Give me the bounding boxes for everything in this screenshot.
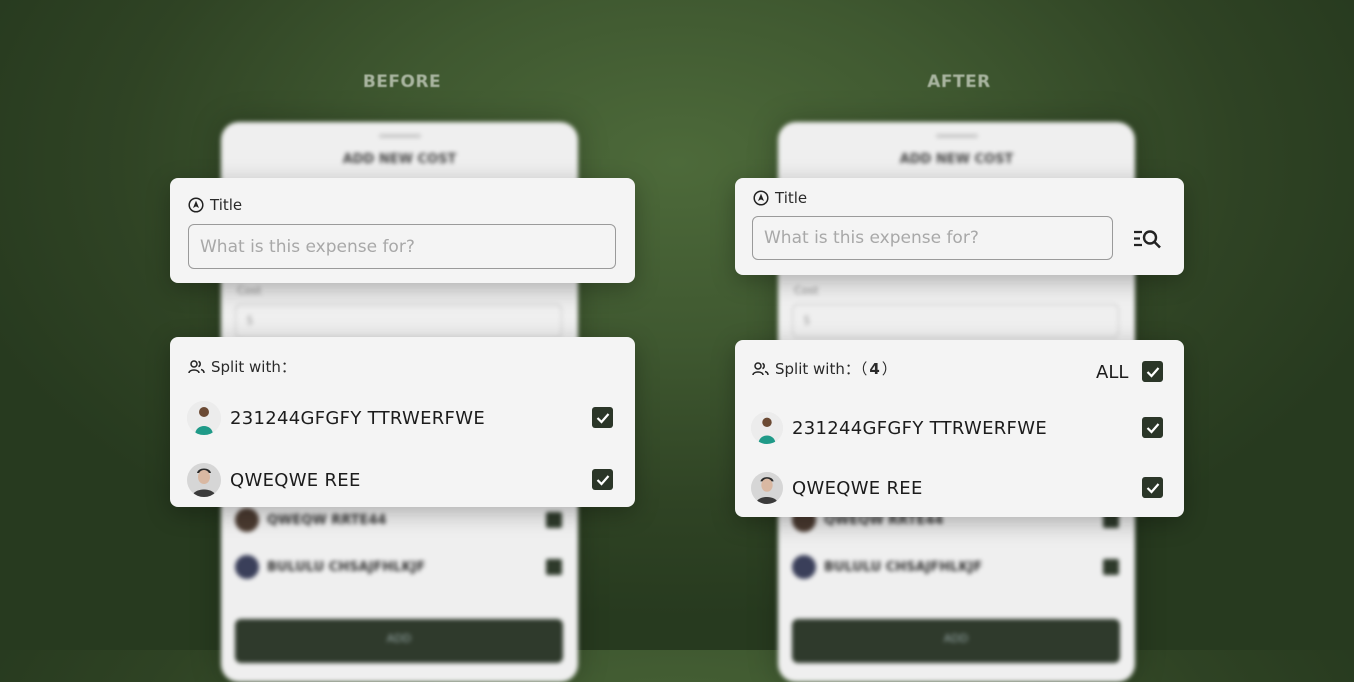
split-label-row: Split with：（ 4 ）	[752, 358, 897, 379]
phone-member-row: BULULU CHSAJFHLKJF	[792, 553, 1119, 581]
member-name: 231244GFGFY TTRWERFWE	[792, 417, 1047, 439]
before-title-card: Title	[170, 178, 635, 283]
member-name: 231244GFGFY TTRWERFWE	[230, 407, 485, 429]
title-label-row: Title	[753, 189, 807, 207]
split-label: Split with：（	[775, 360, 868, 378]
all-label: ALL	[1096, 362, 1129, 383]
select-all-checkbox[interactable]	[1142, 361, 1163, 382]
checkmark-icon	[1146, 482, 1159, 494]
member-name: QWEQWE REE	[792, 477, 923, 499]
avatar	[187, 463, 221, 497]
users-icon	[188, 359, 205, 373]
before-heading: BEFORE	[362, 72, 442, 92]
title-label: Title	[775, 189, 808, 207]
after-split-card: Split with：（ 4 ） ALL 231244GFGFY TTRWERF…	[735, 340, 1184, 517]
cost-label: Cost	[794, 284, 819, 297]
checkmark-icon	[1146, 366, 1159, 378]
phone-member-name: BULULU CHSAJFHLKJF	[824, 559, 983, 575]
count-close: ）	[881, 360, 897, 378]
avatar	[187, 401, 221, 435]
after-heading: AFTER	[927, 72, 991, 92]
sheet-handle	[936, 134, 978, 138]
sheet-handle	[379, 134, 421, 138]
phone-member-name: QWEQW RRTE44	[267, 512, 387, 528]
phone-member-row: QWEQW RRTE44	[235, 506, 562, 534]
cost-input: $	[235, 304, 562, 338]
split-label-row: Split with：	[188, 356, 296, 377]
member-row: QWEQWE REE	[187, 463, 361, 497]
member-row: QWEQWE REE	[751, 472, 923, 504]
member-checkbox[interactable]	[592, 407, 613, 428]
phone-title: ADD NEW COST	[342, 152, 457, 167]
member-row: 231244GFGFY TTRWERFWE	[751, 412, 1047, 444]
member-count: 4	[869, 359, 880, 378]
phone-member-name: BULULU CHSAJFHLKJF	[267, 559, 426, 575]
phone-title: ADD NEW COST	[899, 152, 1014, 167]
member-checkbox[interactable]	[1142, 477, 1163, 498]
compass-icon	[188, 197, 204, 213]
member-name: QWEQWE REE	[230, 469, 361, 491]
title-label: Title	[210, 196, 243, 214]
users-icon	[752, 361, 769, 375]
after-title-card: Title	[735, 178, 1184, 275]
member-checkbox[interactable]	[1142, 417, 1163, 438]
split-label: Split with：	[211, 358, 296, 376]
list-search-icon[interactable]	[1132, 227, 1164, 251]
checkbox	[1103, 559, 1119, 575]
before-split-card: Split with： 231244GFGFY TTRWERFWE QWEQWE…	[170, 337, 635, 507]
member-row: 231244GFGFY TTRWERFWE	[187, 401, 485, 435]
avatar	[235, 555, 259, 579]
add-button: ADD	[235, 619, 563, 663]
phone-member-row: BULULU CHSAJFHLKJF	[235, 553, 562, 581]
avatar	[751, 472, 783, 504]
compass-icon	[753, 190, 769, 206]
checkbox	[546, 559, 562, 575]
title-label-row: Title	[188, 196, 242, 214]
checkmark-icon	[596, 474, 609, 486]
member-checkbox[interactable]	[592, 469, 613, 490]
checkmark-icon	[596, 412, 609, 424]
avatar	[792, 555, 816, 579]
add-button: ADD	[792, 619, 1120, 663]
avatar	[751, 412, 783, 444]
checkmark-icon	[1146, 422, 1159, 434]
title-input[interactable]	[752, 216, 1113, 260]
title-input[interactable]	[188, 224, 616, 269]
cost-input: $	[792, 304, 1119, 338]
cost-label: Cost	[237, 284, 262, 297]
checkbox	[546, 512, 562, 528]
avatar	[235, 508, 259, 532]
